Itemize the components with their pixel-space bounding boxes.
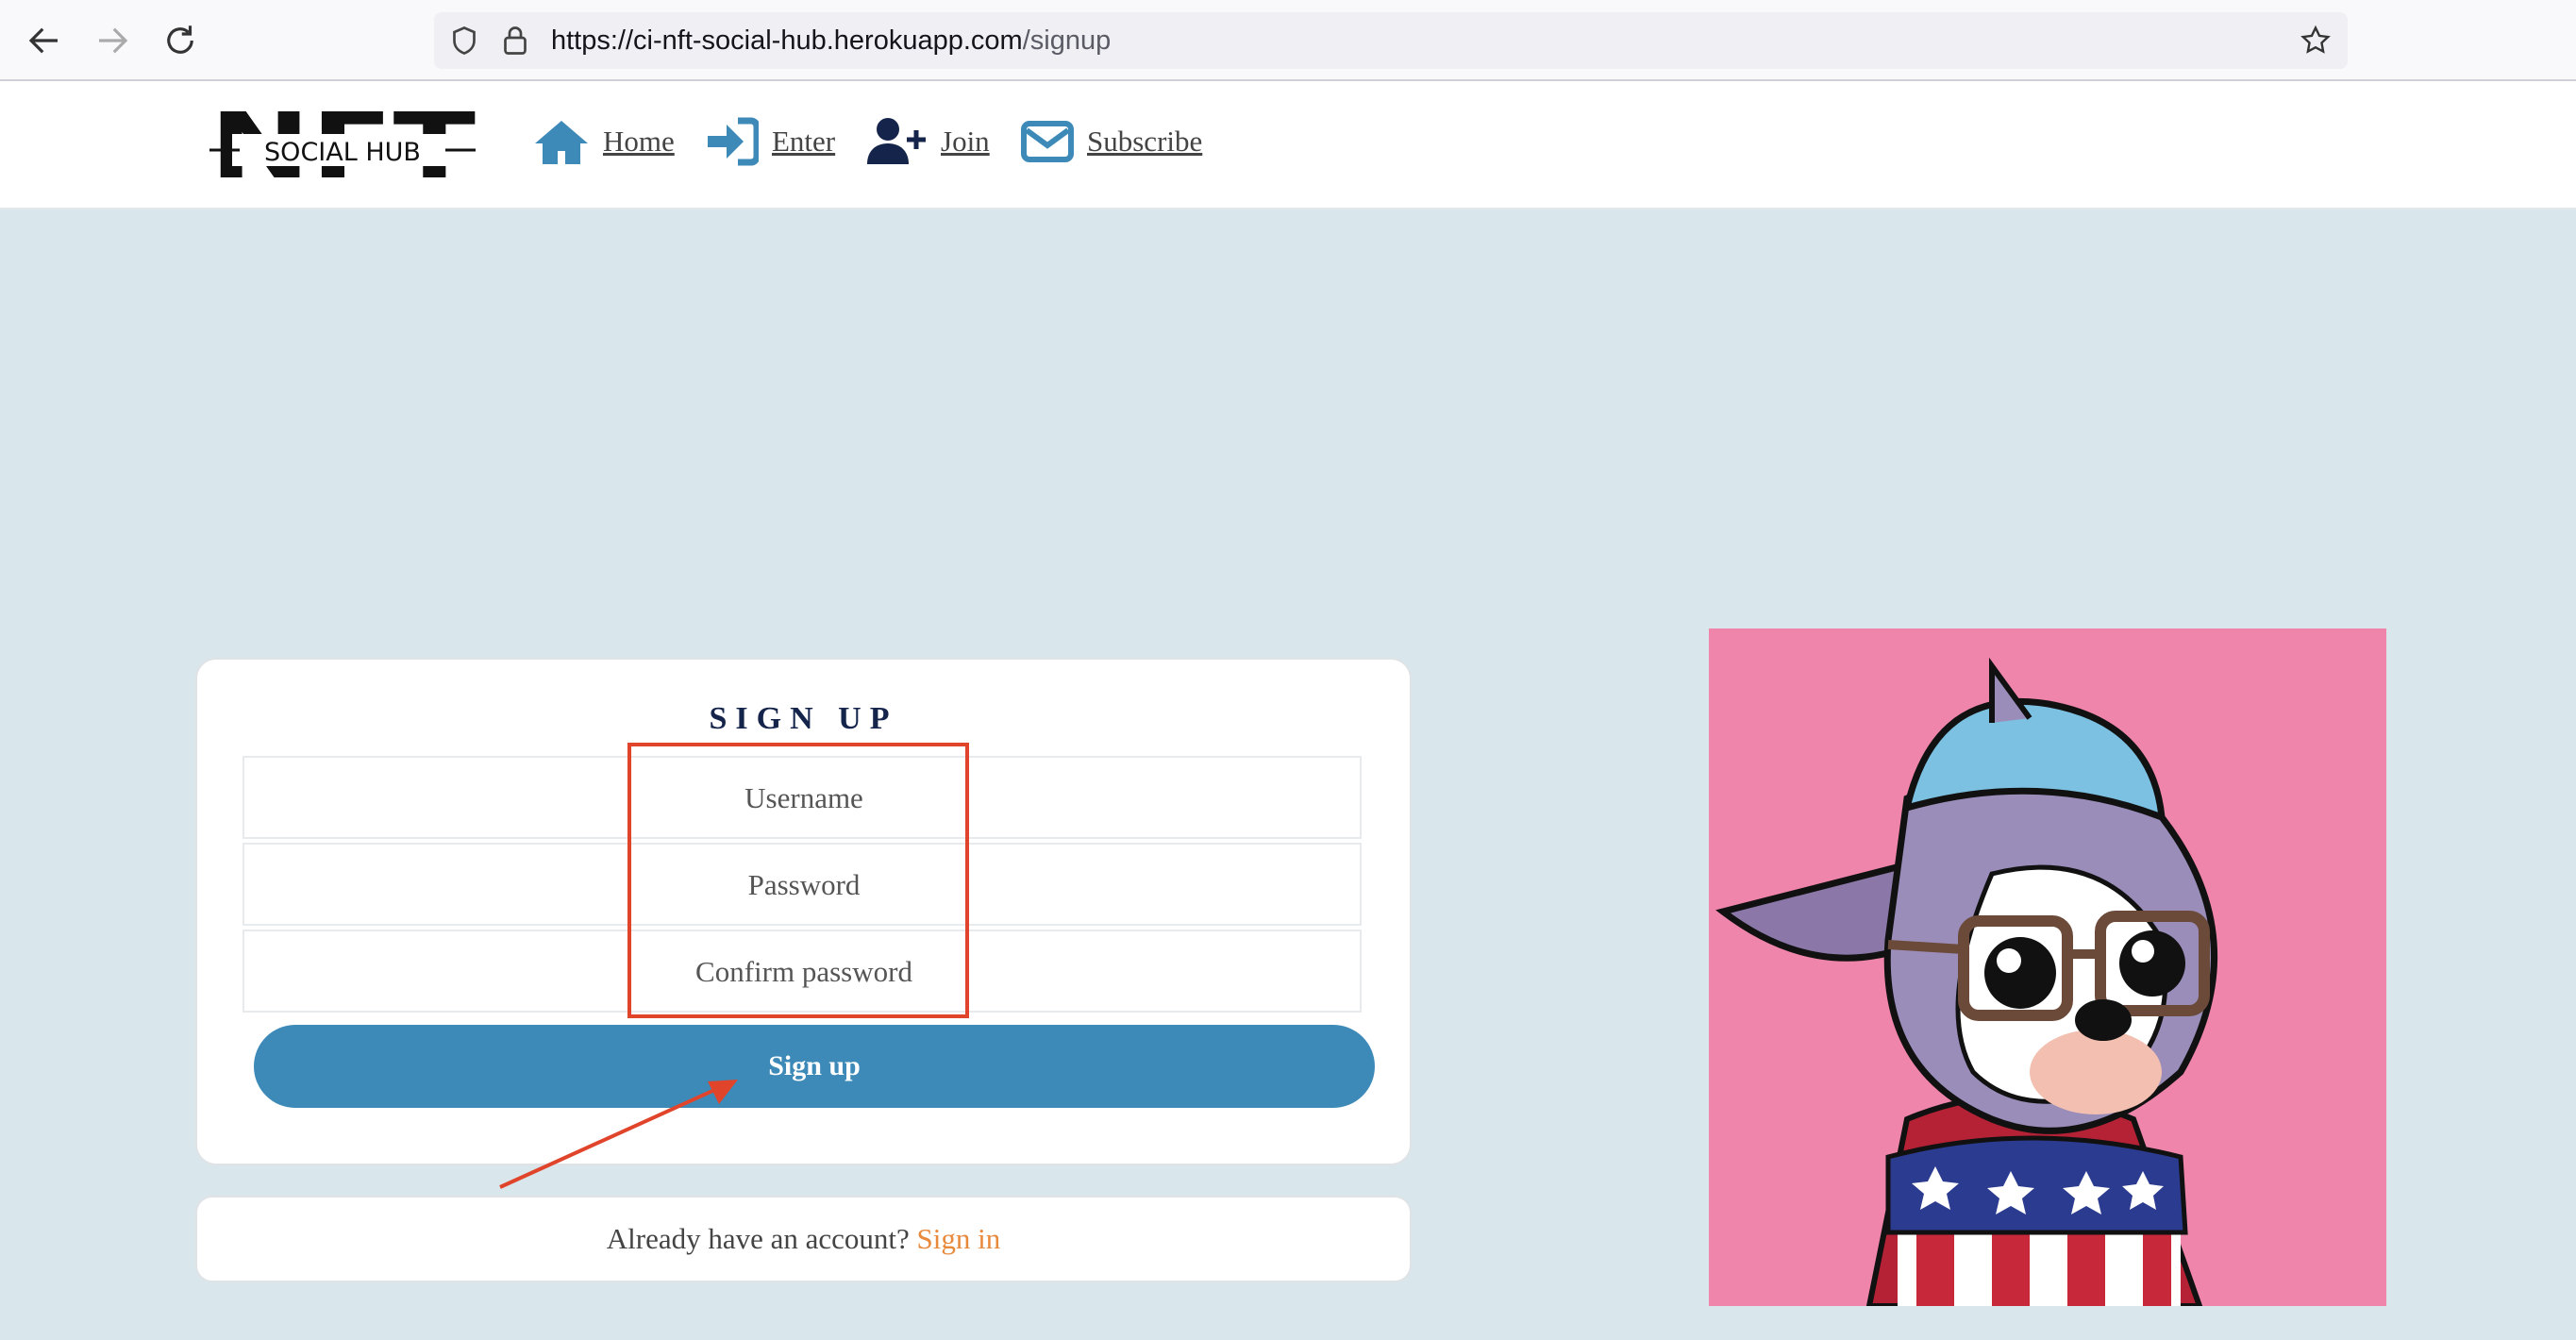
star-icon[interactable] <box>2299 24 2333 58</box>
address-bar[interactable]: https://ci-nft-social-hub.herokuapp.com/… <box>434 12 2348 69</box>
site-logo[interactable]: NFT SOCIAL HUB <box>208 93 477 199</box>
nav-subscribe-label: Subscribe <box>1087 125 1203 158</box>
nav-home-label: Home <box>603 125 675 158</box>
forward-arrow-icon[interactable] <box>92 21 132 60</box>
nav-join[interactable]: Join <box>865 117 990 166</box>
back-arrow-icon[interactable] <box>25 21 64 60</box>
nav-subscribe[interactable]: Subscribe <box>1021 117 1202 166</box>
signin-link[interactable]: Sign in <box>917 1222 1001 1255</box>
nav-join-label: Join <box>941 125 990 158</box>
nav-home[interactable]: Home <box>533 117 675 166</box>
envelope-icon <box>1021 121 1074 162</box>
annotation-arrow-icon <box>499 1080 738 1189</box>
home-icon <box>535 121 588 164</box>
lock-icon[interactable] <box>498 24 532 58</box>
user-plus-icon <box>867 118 926 164</box>
site-header: NFT SOCIAL HUB Home Enter Join Subscribe <box>0 81 2576 209</box>
url-text: https://ci-nft-social-hub.herokuapp.com/… <box>551 25 1112 56</box>
annotation-highlight-box <box>627 743 969 1018</box>
signin-prompt-text: Already have an account? <box>606 1222 910 1255</box>
browser-toolbar: https://ci-nft-social-hub.herokuapp.com/… <box>0 0 2576 81</box>
nav-enter[interactable]: Enter <box>706 117 835 166</box>
nav-enter-label: Enter <box>772 125 836 158</box>
signin-prompt-box: Already have an account? Sign in <box>195 1196 1412 1282</box>
svg-text:SOCIAL HUB: SOCIAL HUB <box>264 138 421 167</box>
reload-icon[interactable] <box>160 21 200 60</box>
shield-icon[interactable] <box>447 24 481 58</box>
signup-title: SIGN UP <box>709 701 898 736</box>
sign-in-icon <box>708 117 759 166</box>
nft-dog-illustration <box>1709 628 2386 1306</box>
signup-button[interactable]: Sign up <box>254 1025 1375 1108</box>
